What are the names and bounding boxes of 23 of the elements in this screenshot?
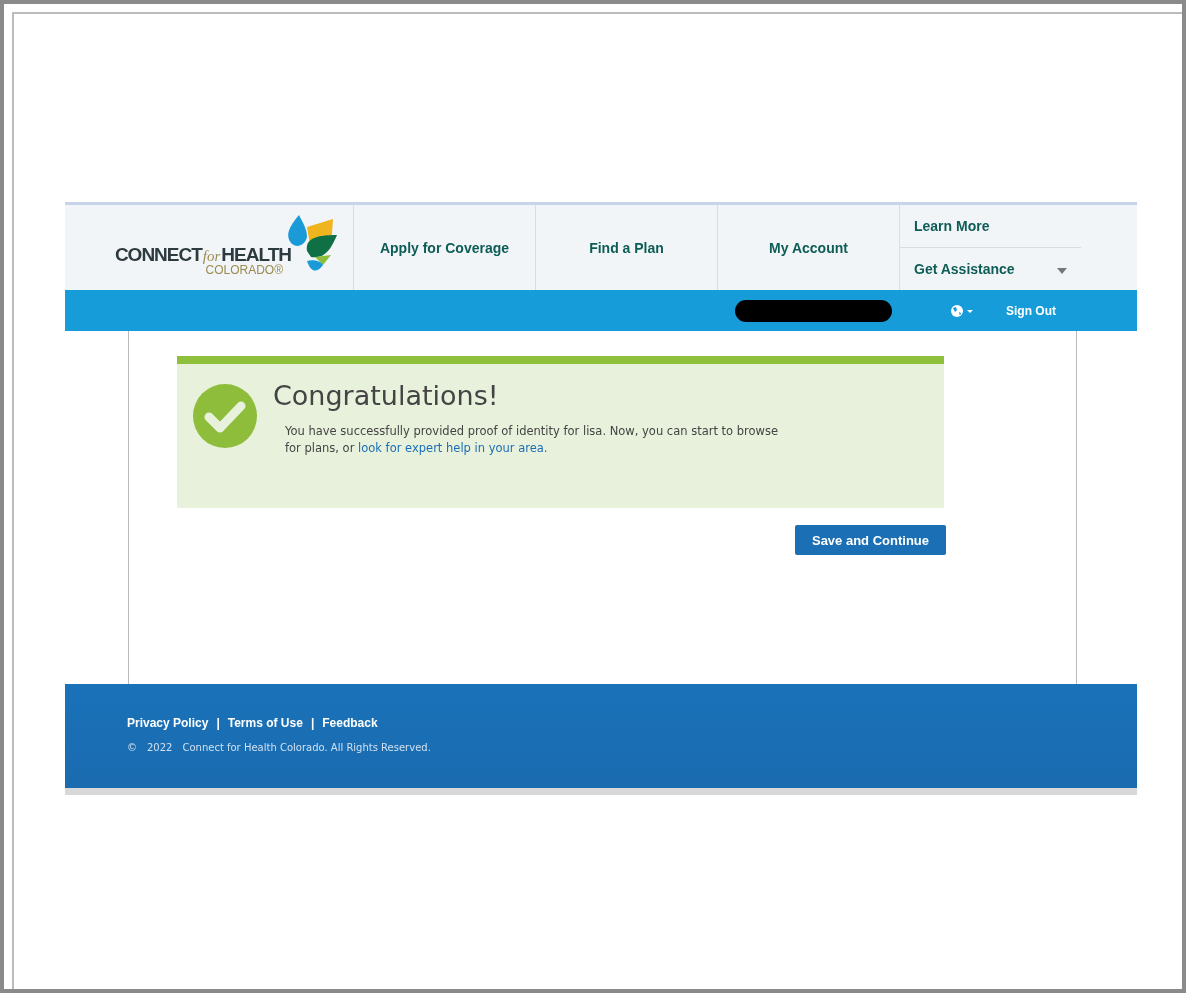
logo-text: CONNECT <box>114 243 202 266</box>
footer-link[interactable]: Privacy Policy <box>127 716 209 730</box>
caret-icon <box>1057 268 1067 274</box>
logo-text: HEALTH <box>221 243 291 265</box>
alert-message: You have successfully provided proof of identity for lisa. Now, you can start to browse for plans, or look for expert help in your area. <box>285 423 780 457</box>
copyright-symbol: © <box>127 742 137 753</box>
logo-text: COLORADO® <box>205 262 283 277</box>
footer-link[interactable]: Feedback <box>322 716 378 730</box>
nav-link[interactable]: Get Assistance <box>900 248 1081 290</box>
site-logo[interactable]: CONNECTforHEALTH COLORADO® <box>114 214 339 281</box>
footer-link[interactable]: Terms of Use <box>227 716 303 730</box>
checkmark-icon <box>193 384 257 448</box>
expert-help-link[interactable]: look for expert help in your area. <box>358 441 548 455</box>
copyright-text: Connect for Health Colorado. All Rights Reserved. <box>182 742 431 753</box>
copyright-year: 2022 <box>147 742 173 753</box>
nav-link[interactable]: Learn More <box>900 205 1081 248</box>
separator-text: | <box>216 716 220 730</box>
alert-title: Congratulations! <box>273 380 500 411</box>
logo-text: for <box>202 247 221 264</box>
save-continue-button[interactable]: Save and Continue <box>794 525 946 555</box>
separator-text: | <box>310 716 315 730</box>
language-menu[interactable] <box>950 303 976 318</box>
globe-icon <box>950 303 976 318</box>
